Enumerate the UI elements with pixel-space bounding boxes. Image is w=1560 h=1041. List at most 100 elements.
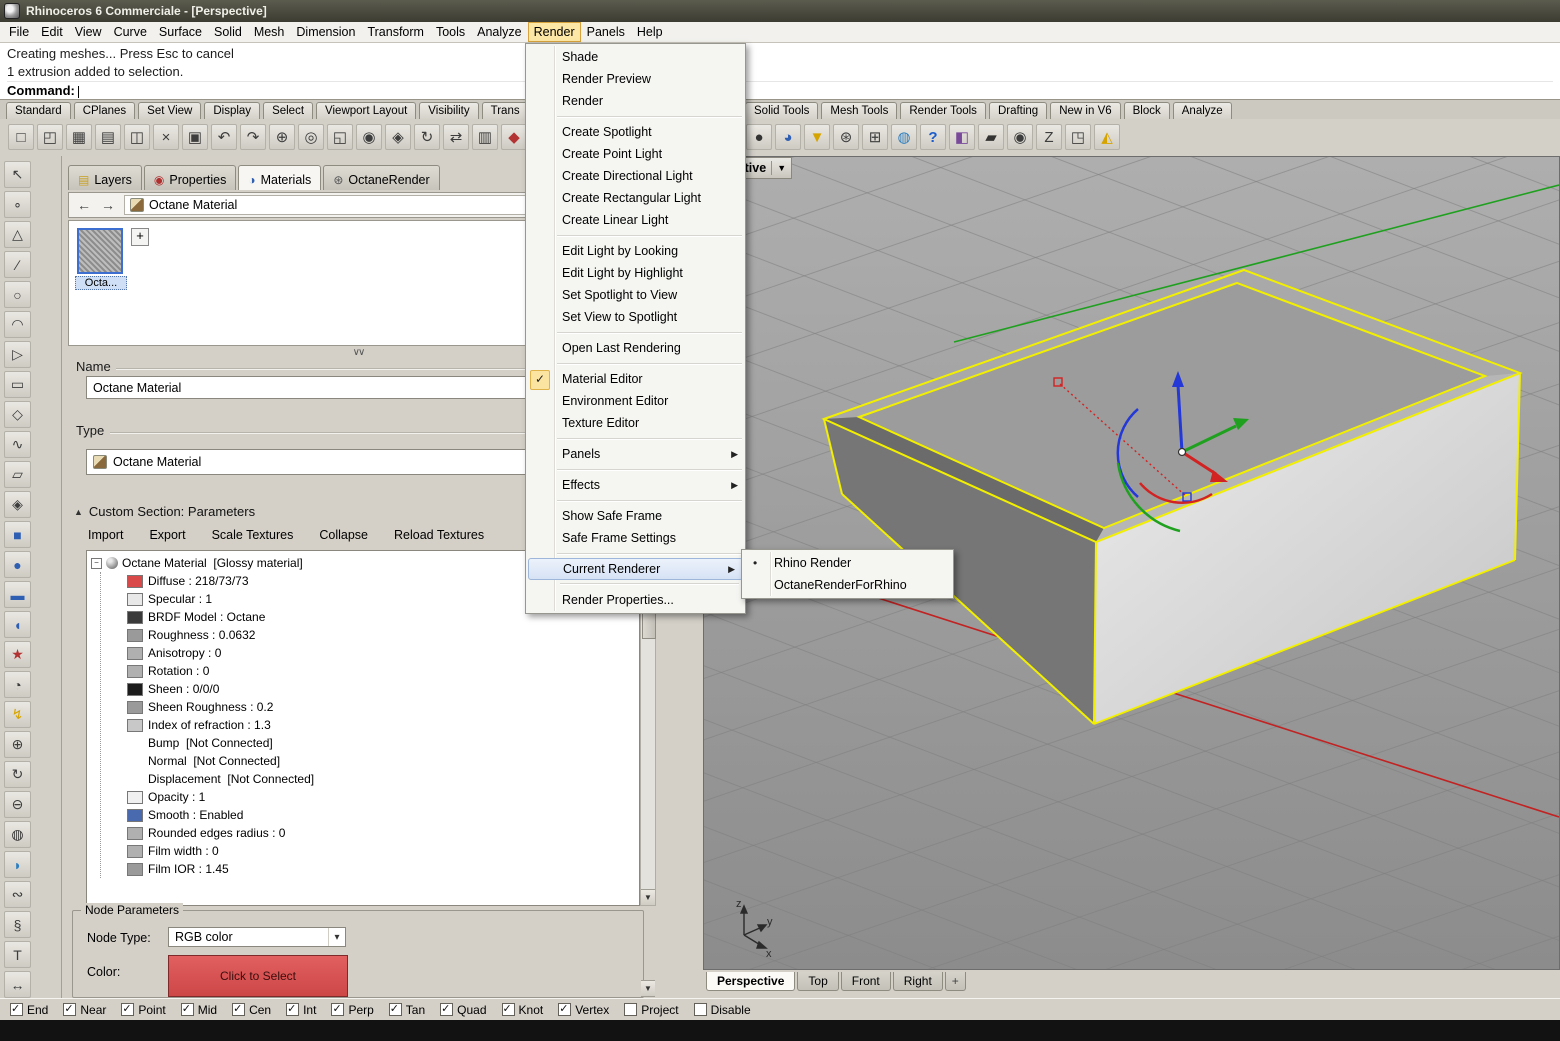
scroll-down-icon[interactable] — [641, 889, 655, 905]
gumball-toggle-icon[interactable]: ◳ — [1065, 124, 1091, 150]
plane-icon[interactable]: ▱ — [4, 461, 31, 488]
lightning-icon[interactable]: ↯ — [4, 701, 31, 728]
osnap-checkbox[interactable] — [232, 1002, 246, 1016]
cut-icon[interactable]: × — [153, 124, 179, 150]
spiral-icon[interactable]: ∾ — [4, 881, 31, 908]
film-clapper-icon[interactable]: ▰ — [978, 124, 1004, 150]
move-icon[interactable]: ⊕ — [4, 731, 31, 758]
box-edit-icon[interactable]: ◧ — [949, 124, 975, 150]
toolbar-tab[interactable]: Visibility — [419, 102, 479, 120]
osnap-checkbox[interactable] — [440, 1002, 454, 1016]
tree-item[interactable]: Film width : 0 — [101, 842, 639, 860]
parameter-button[interactable]: Collapse — [319, 528, 368, 542]
collapse-node-icon[interactable] — [91, 557, 102, 569]
osnap-checkbox[interactable] — [624, 1003, 638, 1016]
osnap-toggle[interactable]: Vertex — [558, 1002, 609, 1017]
boolean-icon[interactable]: ★ — [4, 641, 31, 668]
viewport-layout-icon[interactable]: ▥ — [472, 124, 498, 150]
render-menu-item[interactable]: Create Directional Light — [526, 165, 745, 187]
render-menu-item[interactable]: Shade — [526, 46, 745, 68]
render-menu-item[interactable]: Environment Editor — [526, 390, 745, 412]
toolbar-tab[interactable]: Drafting — [988, 102, 1048, 120]
menu-bar-item[interactable]: View — [69, 22, 108, 42]
viewport-menu-arrow-icon[interactable] — [777, 163, 786, 173]
undo-icon[interactable]: ↶ — [211, 124, 237, 150]
material-thumbnail[interactable] — [77, 228, 123, 274]
render-menu-item[interactable]: Render — [526, 90, 745, 117]
osnap-checkbox[interactable] — [121, 1002, 135, 1016]
osnap-toggle[interactable]: Tan — [388, 1002, 425, 1017]
osnap-toggle[interactable]: Knot — [501, 1002, 543, 1017]
circle-icon[interactable]: ○ — [4, 281, 31, 308]
zoom-icon[interactable]: ◎ — [298, 124, 324, 150]
tree-item[interactable]: Bump [Not Connected] — [101, 734, 639, 752]
viewport-tab[interactable]: Top — [797, 972, 839, 991]
renderer-option[interactable]: Rhino Render — [742, 552, 953, 574]
osnap-checkbox[interactable] — [63, 1002, 77, 1016]
arc-icon[interactable]: ◠ — [4, 311, 31, 338]
menu-bar-item[interactable]: Analyze — [471, 22, 527, 42]
tree-item[interactable]: Index of refraction : 1.3 — [101, 716, 639, 734]
copy-icon[interactable]: ◫ — [124, 124, 150, 150]
torus-icon[interactable]: ◖ — [4, 611, 31, 638]
cylinder-icon[interactable]: ▬ — [4, 581, 31, 608]
material-drop-icon[interactable]: ◗ — [4, 851, 31, 878]
tree-item[interactable]: Rotation : 0 — [101, 662, 639, 680]
toolbar-tab[interactable]: Render Tools — [900, 102, 986, 120]
render-menu-item[interactable]: Render Properties... — [526, 589, 745, 611]
renderer-option[interactable]: OctaneRenderForRhino — [742, 574, 953, 596]
rectangle-icon[interactable]: ▭ — [4, 371, 31, 398]
globe-icon[interactable]: ◍ — [891, 124, 917, 150]
render-menu-item[interactable]: Show Safe Frame — [526, 505, 745, 527]
menu-bar-item[interactable]: Solid — [208, 22, 248, 42]
parameter-button[interactable]: Export — [149, 528, 185, 542]
render-menu-item[interactable]: Render Preview — [526, 68, 745, 90]
osnap-toggle[interactable]: Disable — [693, 1003, 751, 1017]
text-icon[interactable]: T — [4, 941, 31, 968]
osnap-toggle[interactable]: Near — [63, 1002, 106, 1017]
render-teapot-icon[interactable]: ◍ — [4, 821, 31, 848]
menu-bar-item[interactable]: Dimension — [290, 22, 361, 42]
zoom-window-icon[interactable]: ◱ — [327, 124, 353, 150]
point-icon[interactable]: ∘ — [4, 191, 31, 218]
menu-bar-item[interactable]: Panels — [581, 22, 631, 42]
render-settings-icon[interactable]: ⊛ — [833, 124, 859, 150]
viewport-tab[interactable]: Right — [892, 972, 943, 991]
polygon-icon[interactable]: ◇ — [4, 401, 31, 428]
render-menu-item[interactable]: Create Point Light — [526, 143, 745, 165]
osnap-checkbox[interactable] — [388, 1002, 402, 1016]
tree-item[interactable]: Displacement [Not Connected] — [101, 770, 639, 788]
panel-scroll-down-icon[interactable] — [641, 980, 655, 997]
toolbar-tab[interactable]: Block — [1123, 102, 1170, 120]
toolbar-tab[interactable]: CPlanes — [73, 102, 136, 120]
polyline-icon[interactable]: △ — [4, 221, 31, 248]
save-icon[interactable]: ▦ — [66, 124, 92, 150]
menu-bar-item[interactable]: Curve — [108, 22, 153, 42]
tree-item[interactable]: Sheen : 0/0/0 — [101, 680, 639, 698]
zoom-extents-icon[interactable]: ◈ — [385, 124, 411, 150]
tree-item[interactable]: Film IOR : 1.45 — [101, 860, 639, 878]
spring-icon[interactable]: § — [4, 911, 31, 938]
osnap-toggle[interactable]: End — [10, 1002, 48, 1017]
tree-item[interactable]: Opacity : 1 — [101, 788, 639, 806]
menu-bar-item[interactable]: File — [3, 22, 35, 42]
parameter-button[interactable]: Reload Textures — [394, 528, 484, 542]
render-menu-item[interactable]: Safe Frame Settings — [526, 527, 745, 554]
menu-bar-item[interactable]: Render — [527, 22, 581, 42]
rotate-icon[interactable]: ↻ — [4, 761, 31, 788]
menu-bar-item[interactable]: Help — [631, 22, 669, 42]
osnap-checkbox[interactable] — [286, 1002, 300, 1016]
title-bar[interactable]: Rhinoceros 6 Commerciale - [Perspective] — [0, 0, 1560, 22]
open-file-icon[interactable]: ◰ — [37, 124, 63, 150]
render-menu-item[interactable]: Set View to Spotlight — [526, 306, 745, 333]
toolbar-tab[interactable]: Solid Tools — [745, 102, 819, 120]
line-icon[interactable]: ∕ — [4, 251, 31, 278]
render-menu-item[interactable]: Panels — [526, 443, 745, 470]
tree-item[interactable]: Normal [Not Connected] — [101, 752, 639, 770]
viewport-tab[interactable]: Perspective — [706, 972, 796, 991]
pan-view-icon[interactable]: ⇄ — [443, 124, 469, 150]
render-menu-item[interactable]: Set Spotlight to View — [526, 284, 745, 306]
scale-icon[interactable]: ⊖ — [4, 791, 31, 818]
zoom-selected-icon[interactable]: ◉ — [356, 124, 382, 150]
osnap-toggle[interactable]: Quad — [440, 1002, 487, 1017]
